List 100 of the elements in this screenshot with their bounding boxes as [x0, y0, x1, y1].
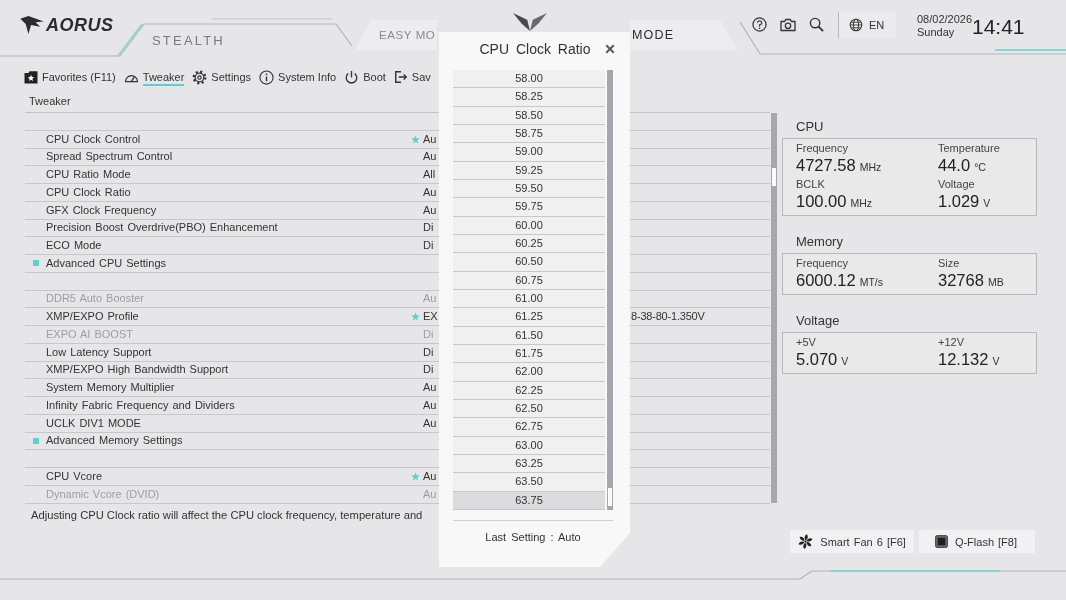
ratio-option[interactable]: 62.75 [453, 418, 605, 437]
last-setting-text: Last Setting : Auto [485, 530, 581, 544]
chip-icon [934, 535, 948, 548]
reading-unit: MT/s [859, 276, 883, 288]
shortcut-button[interactable]: Q-Flash [F8] [918, 530, 1035, 553]
reading-unit: V [841, 355, 849, 367]
setting-value[interactable]: Au [423, 469, 437, 483]
setting-label[interactable]: GFX Clock Frequency [46, 203, 157, 217]
nav-tab[interactable]: System Info [259, 67, 337, 87]
ratio-option[interactable]: 58.25 [453, 88, 605, 107]
reading-unit: MHz [850, 197, 873, 209]
setting-value[interactable]: Au [423, 185, 437, 199]
setting-value[interactable]: Au [423, 381, 437, 395]
setting-value[interactable]: Au [423, 416, 437, 430]
star-box-icon [24, 70, 38, 84]
setting-value[interactable]: Au [423, 398, 437, 412]
clock-time: 14:41 [972, 15, 1025, 38]
square-bullet-icon [33, 437, 39, 444]
scrollbar-track[interactable] [607, 70, 613, 510]
nav-tab[interactable]: Boot [344, 67, 386, 87]
reading-label: BCLK [796, 177, 825, 191]
nav-tab[interactable]: Settings [192, 67, 252, 87]
reading-unit: MHz [859, 161, 882, 173]
monitor-group-title: Memory [795, 233, 843, 251]
reading-unit: V [983, 197, 991, 209]
setting-label[interactable]: System Memory Multiplier [46, 381, 175, 395]
setting-value[interactable]: Di [423, 345, 434, 359]
ratio-option[interactable]: 60.50 [453, 253, 605, 272]
setting-label[interactable]: XMP/EXPO High Bandwidth Support [46, 363, 229, 377]
reading-value: 6000.12 [796, 270, 856, 291]
reading-unit: V [992, 355, 1000, 367]
setting-label[interactable]: Spread Spectrum Control [46, 150, 173, 164]
setting-label[interactable]: Precision Boost Overdrive(PBO) Enhancement [46, 221, 278, 235]
ratio-option[interactable]: 62.00 [453, 363, 605, 382]
nav-tab[interactable]: Sav [393, 67, 431, 87]
nav-tab[interactable]: Tweaker [123, 67, 185, 87]
language-button[interactable]: EN [838, 12, 896, 38]
setting-value[interactable]: 8-38-80-1.350V [630, 310, 705, 324]
setting-label[interactable]: Low Latency Support [46, 345, 152, 359]
setting-value[interactable]: Di [423, 221, 434, 235]
submenu-label[interactable]: Advanced CPU Settings [46, 256, 166, 270]
reading-value: 44.0 [938, 155, 971, 176]
settings-icon [192, 69, 208, 85]
submenu-label[interactable]: Advanced Memory Settings [46, 434, 183, 448]
help-text: Adjusting CPU Clock ratio will affect the CPU clock frequency, temperature and [30, 507, 423, 523]
camera-icon[interactable] [780, 17, 796, 32]
setting-value[interactable]: Au [423, 132, 437, 146]
brand-logo: AORUS [46, 15, 114, 35]
power-icon [344, 69, 360, 85]
ratio-option[interactable]: 61.25 [453, 308, 605, 327]
wing-logo-icon [513, 13, 547, 31]
globe-icon [849, 18, 863, 32]
reading-unit: °C [974, 161, 986, 173]
setting-value[interactable]: Di [423, 363, 434, 377]
help-icon[interactable] [752, 17, 767, 32]
setting-label[interactable]: Infinity Fabric Frequency and Dividers [46, 398, 235, 412]
setting-label[interactable]: XMP/EXPO Profile [46, 310, 139, 324]
setting-value[interactable]: Au [423, 150, 437, 164]
reading-label: +5V [796, 335, 816, 349]
scrollbar-track[interactable] [771, 113, 777, 503]
setting-label[interactable]: CPU Clock Control [46, 132, 141, 146]
reading-value: 100.00 [796, 191, 847, 212]
scrollbar-thumb[interactable] [608, 488, 612, 506]
reading-value: 5.070 [796, 349, 838, 370]
setting-label[interactable]: CPU Clock Ratio [46, 185, 131, 199]
ratio-option[interactable]: 63.50 [453, 473, 605, 492]
reading-label: Frequency [796, 141, 848, 155]
weekday-text: Sunday [917, 26, 956, 39]
ratio-option[interactable]: 59.00 [453, 143, 605, 162]
monitor-group-title: Voltage [795, 312, 840, 330]
ratio-option[interactable]: 59.75 [453, 198, 605, 217]
exit-icon [393, 70, 408, 84]
reading-unit: MB [987, 276, 1004, 288]
close-icon[interactable] [605, 44, 615, 54]
nav-tab[interactable]: Favorites (F11) [24, 67, 116, 87]
setting-value[interactable]: All [423, 168, 436, 182]
dialog-title: CPU Clock Ratio [479, 40, 591, 58]
info-icon [259, 69, 275, 85]
reading-value: 12.132 [938, 349, 989, 370]
square-bullet-icon [33, 260, 39, 267]
reading-label: Size [938, 256, 960, 270]
setting-value[interactable]: Au [423, 203, 437, 217]
setting-label[interactable]: UCLK DIV1 MODE [46, 416, 141, 430]
mode-tab[interactable]: MODE [630, 20, 738, 50]
setting-value[interactable]: EX [423, 310, 438, 324]
reading-label: Frequency [796, 256, 848, 270]
ratio-option[interactable]: 58.00 [453, 70, 605, 89]
setting-label[interactable]: CPU Ratio Mode [46, 168, 131, 182]
setting-value[interactable]: Di [423, 239, 434, 253]
reading-value: 1.029 [938, 191, 980, 212]
shortcut-button[interactable]: Smart Fan 6 [F6] [790, 530, 914, 553]
fan-icon [798, 534, 814, 549]
bird-logo-icon [20, 16, 44, 34]
edition-label: STEALTH [152, 34, 225, 48]
search-icon[interactable] [809, 17, 824, 32]
reading-label: Temperature [938, 141, 1000, 155]
reading-label: Voltage [938, 177, 975, 191]
setting-label[interactable]: CPU Vcore [46, 469, 103, 483]
setting-label[interactable]: ECO Mode [46, 239, 102, 253]
scrollbar-thumb[interactable] [772, 168, 776, 186]
